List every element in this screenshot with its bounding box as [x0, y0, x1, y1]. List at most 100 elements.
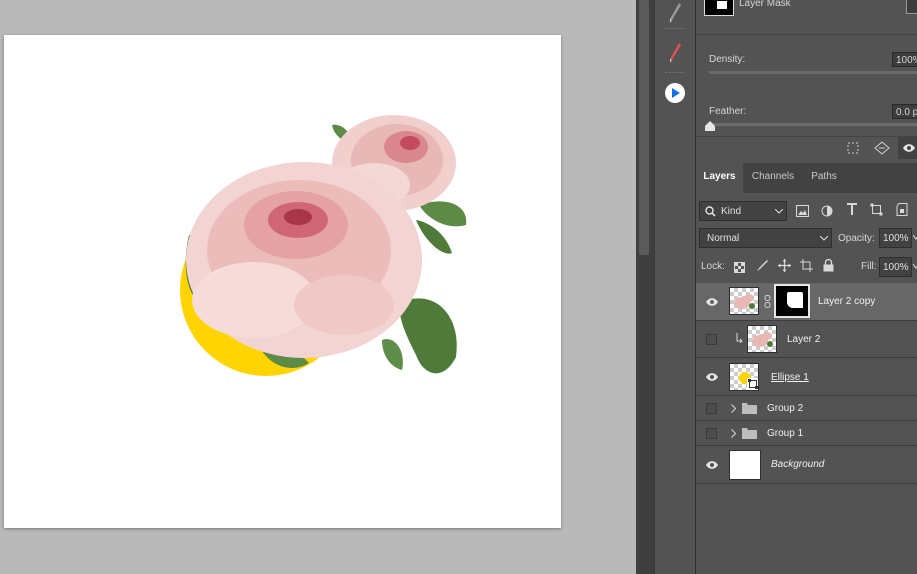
feather-field[interactable]: 0.0 px: [892, 104, 917, 119]
layer-row-ellipse-1[interactable]: Ellipse 1: [696, 358, 917, 396]
load-selection-button[interactable]: [846, 141, 860, 160]
leaf-right: [399, 298, 457, 374]
search-icon: [705, 206, 716, 217]
layer-thumbnail[interactable]: [729, 287, 759, 315]
play-action-button[interactable]: [660, 78, 690, 108]
fill-field[interactable]: 100%: [879, 257, 912, 277]
layer-name[interactable]: Background: [771, 459, 824, 470]
type-icon: [847, 203, 857, 215]
adjustment-icon: [821, 205, 833, 217]
opacity-field[interactable]: 100%: [879, 228, 912, 248]
visibility-toggle[interactable]: [706, 428, 717, 439]
visibility-toggle[interactable]: [706, 334, 717, 345]
mask-thumbnail[interactable]: [704, 0, 734, 16]
lock-icon: [823, 258, 834, 272]
lock-pixels-button[interactable]: [756, 259, 769, 277]
blend-mode-value: Normal: [707, 233, 740, 244]
mixer-brush-tool-button[interactable]: [660, 38, 690, 68]
leaf-top-right: [419, 201, 467, 227]
layer-name[interactable]: Ellipse 1: [771, 372, 809, 383]
feather-label: Feather:: [709, 106, 747, 117]
folder-icon: [742, 403, 757, 414]
properties-panel: Layer Mask Density: 100% Feather: 0.0 px: [696, 0, 917, 160]
layer-row-layer-2-copy[interactable]: Layer 2 copy: [696, 283, 917, 321]
layer-mask-thumbnail[interactable]: [774, 284, 810, 318]
shape-layer-icon: [747, 378, 758, 390]
apply-mask-icon: [874, 141, 890, 155]
play-icon: [665, 83, 685, 103]
blend-mode-dropdown[interactable]: Normal: [699, 228, 832, 248]
layer-name[interactable]: Group 1: [767, 428, 803, 439]
visibility-toggle[interactable]: [706, 403, 717, 414]
smart-object-filter-button[interactable]: [896, 203, 908, 221]
density-field[interactable]: 100%: [892, 52, 917, 67]
divider: [696, 136, 917, 137]
divider: [696, 34, 917, 35]
visibility-eye-icon[interactable]: [705, 295, 719, 309]
layers-panel-tabs: Layers Channels Paths: [696, 163, 917, 193]
shape-filter-button[interactable]: [870, 203, 883, 221]
layer-thumbnail[interactable]: [729, 450, 761, 480]
feather-slider-handle[interactable]: [705, 121, 715, 131]
chevron-right-icon[interactable]: [731, 429, 736, 438]
chevron-down-icon[interactable]: [913, 235, 917, 240]
layer-name[interactable]: Layer 2: [787, 334, 820, 345]
artwork: [180, 115, 467, 376]
pixel-filter-button[interactable]: [796, 204, 809, 222]
grip: [665, 72, 685, 75]
chevron-right-icon[interactable]: [731, 404, 736, 413]
panel-divider[interactable]: [636, 0, 654, 574]
brush-tool-button[interactable]: [660, 0, 690, 28]
visibility-eye-icon[interactable]: [705, 458, 719, 472]
leaf-right-small: [382, 339, 403, 370]
fill-label: Fill:: [861, 261, 877, 272]
density-slider[interactable]: [709, 71, 917, 74]
lock-transparent-button[interactable]: [734, 260, 745, 278]
scrollbar-thumb[interactable]: [639, 0, 649, 255]
density-label: Density:: [709, 54, 746, 65]
layer-thumbnail[interactable]: [747, 325, 777, 353]
layer-thumbnail[interactable]: [729, 363, 759, 391]
opacity-label: Opacity:: [838, 233, 875, 244]
layers-empty-area: [696, 484, 917, 574]
filter-kind-dropdown[interactable]: Kind: [699, 201, 787, 221]
layer-row-group-2[interactable]: Group 2: [696, 396, 917, 421]
lock-position-button[interactable]: [778, 259, 791, 277]
layer-name[interactable]: Layer 2 copy: [818, 296, 875, 307]
canvas-area[interactable]: [0, 0, 636, 574]
rose-thumbnail-icon: [734, 294, 755, 309]
mask-link-icon[interactable]: [764, 295, 771, 308]
toggle-mask-button[interactable]: [898, 137, 917, 159]
image-icon: [796, 205, 809, 217]
right-panels: Layer Mask Density: 100% Feather: 0.0 px…: [695, 0, 917, 574]
selection-icon: [847, 142, 859, 154]
checkerboard-icon: [734, 262, 745, 273]
clipping-arrow-icon: [736, 333, 743, 343]
mixer-brush-icon: [670, 43, 681, 63]
apply-mask-button[interactable]: [874, 141, 890, 160]
tab-paths[interactable]: Paths: [803, 163, 845, 193]
tab-layers[interactable]: Layers: [696, 163, 743, 193]
layer-mask-label: Layer Mask: [739, 0, 791, 9]
document-canvas[interactable]: [4, 35, 561, 528]
adjustment-filter-button[interactable]: [821, 204, 833, 222]
feather-slider[interactable]: [709, 123, 917, 126]
chevron-down-icon: [820, 236, 828, 241]
visibility-eye-icon[interactable]: [705, 370, 719, 384]
lock-artboard-button[interactable]: [800, 259, 813, 277]
chevron-down-icon: [775, 209, 783, 214]
layer-row-background[interactable]: Background: [696, 446, 917, 484]
eye-icon: [903, 144, 915, 152]
lock-label: Lock:: [701, 261, 725, 272]
type-filter-button[interactable]: [846, 203, 858, 221]
tab-channels[interactable]: Channels: [743, 163, 803, 193]
chevron-down-icon[interactable]: [913, 264, 917, 269]
lock-all-button[interactable]: [823, 258, 834, 277]
rose-thumbnail-icon: [752, 332, 773, 347]
layer-name[interactable]: Group 2: [767, 403, 803, 414]
layer-row-layer-2[interactable]: Layer 2: [696, 321, 917, 358]
grip: [665, 28, 685, 31]
kind-label: Kind: [721, 206, 742, 217]
layer-row-group-1[interactable]: Group 1: [696, 421, 917, 446]
mask-options-button[interactable]: [906, 0, 917, 14]
